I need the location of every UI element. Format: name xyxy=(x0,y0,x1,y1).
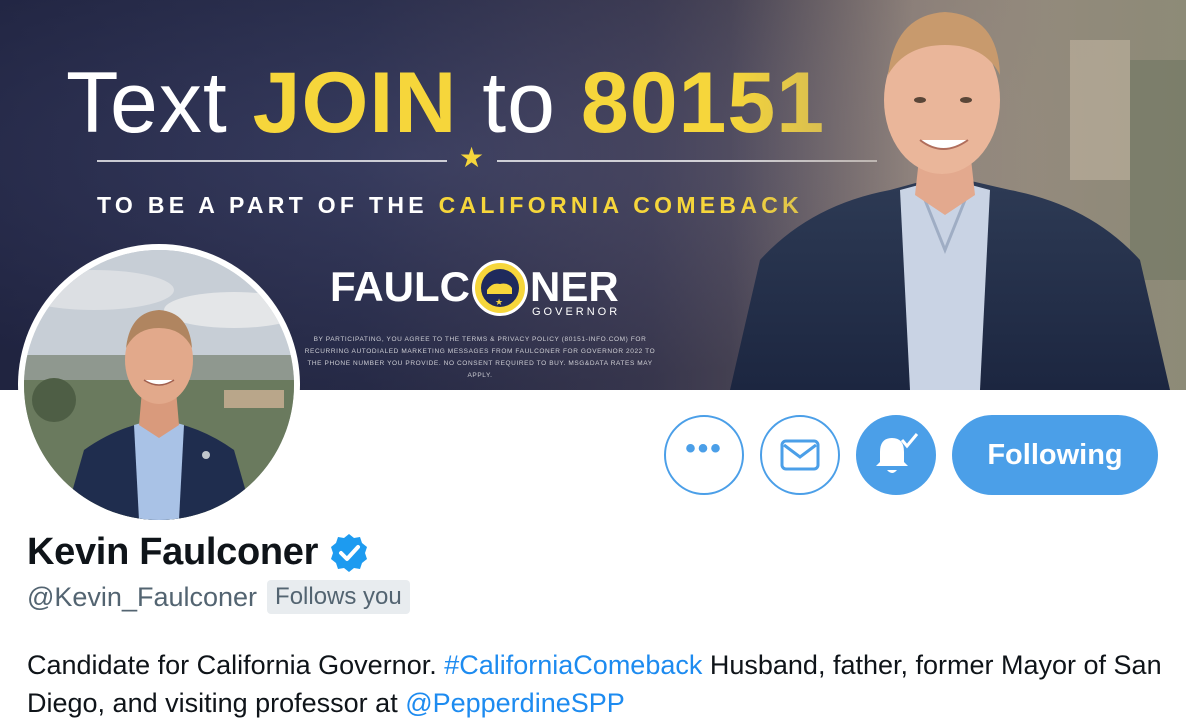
verified-badge-icon xyxy=(331,533,368,572)
star-icon: ★ xyxy=(459,142,485,173)
logo-subtitle: GOVERNOR xyxy=(532,306,621,318)
follows-you-badge: Follows you xyxy=(267,580,410,614)
bio-mention-link[interactable]: @PepperdineSPP xyxy=(405,688,625,718)
banner-divider-left xyxy=(97,160,447,162)
banner-tagline: TO BE A PART OF THE CALIFORNIA COMEBACK xyxy=(97,192,803,219)
envelope-icon xyxy=(780,439,820,471)
profile-avatar[interactable] xyxy=(18,244,300,526)
profile-name-row: Kevin Faulconer xyxy=(27,531,370,574)
username-handle: @Kevin_Faulconer xyxy=(27,581,258,612)
bio-hashtag-link[interactable]: #CaliforniaComeback xyxy=(444,650,702,680)
following-button[interactable]: Following xyxy=(952,415,1158,495)
banner-disclaimer: BY PARTICIPATING, YOU AGREE TO THE TERMS… xyxy=(304,336,656,379)
notifications-button[interactable] xyxy=(856,415,936,495)
headline-mid: to xyxy=(457,55,581,151)
logo-text-left: FAULC xyxy=(330,263,470,310)
avatar-photo xyxy=(24,250,294,520)
profile-handle-row: @Kevin_Faulconer Follows you xyxy=(27,580,410,614)
more-options-button[interactable]: ••• xyxy=(664,415,744,495)
headline-keyword: JOIN xyxy=(252,55,458,151)
profile-bio: Candidate for California Governor. #Cali… xyxy=(27,646,1167,722)
headline-prefix: Text xyxy=(66,55,253,151)
tagline-white: TO BE A PART OF THE xyxy=(97,192,439,218)
svg-text:★: ★ xyxy=(495,298,503,308)
bio-text-1: Candidate for California Governor. xyxy=(27,650,445,680)
bell-check-icon xyxy=(876,433,919,473)
message-button[interactable] xyxy=(760,415,840,495)
banner-headline: Text JOIN to 80151 xyxy=(66,60,825,146)
more-icon: ••• xyxy=(685,432,723,465)
display-name: Kevin Faulconer xyxy=(27,531,319,573)
logo-text-right: NER xyxy=(530,263,619,310)
candidate-portrait xyxy=(730,0,1186,390)
campaign-logo: FAULC ★ NER GOVERNOR xyxy=(330,260,620,320)
seal-icon: ★ xyxy=(472,260,528,316)
